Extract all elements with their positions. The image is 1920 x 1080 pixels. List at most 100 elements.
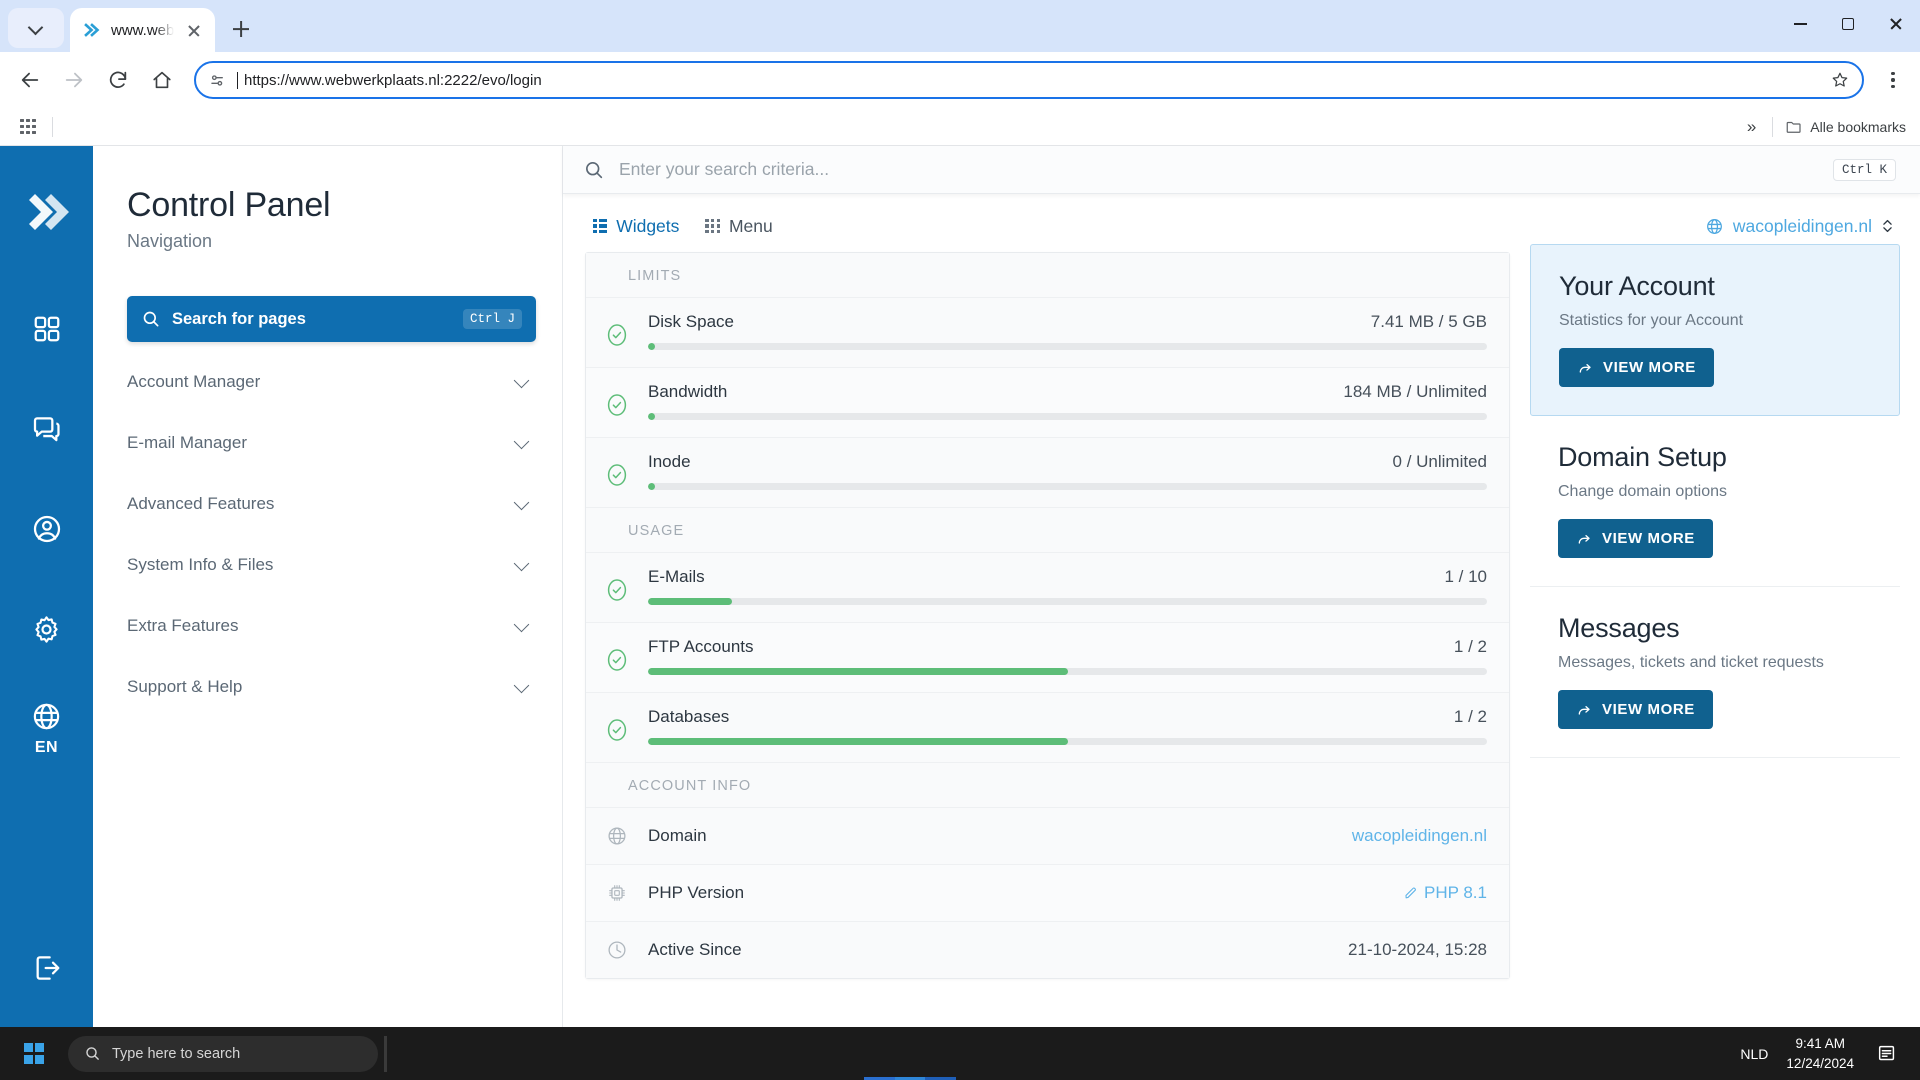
chevron-updown-icon — [1881, 217, 1894, 235]
clock[interactable]: 9:41 AM 12/24/2024 — [1786, 1034, 1854, 1073]
logout-icon — [36, 956, 59, 980]
info-row-domain: Domain wacopleidingen.nl — [586, 808, 1509, 865]
search-pages-button[interactable]: Search for pages Ctrl J — [127, 296, 536, 342]
chip-icon — [606, 882, 632, 904]
arrow-redo-icon — [1579, 363, 1591, 373]
info-value-domain[interactable]: wacopleidingen.nl — [1352, 826, 1487, 846]
progress-bar — [648, 483, 1487, 490]
chevron-down-icon — [514, 435, 530, 451]
progress-bar — [648, 343, 1487, 350]
chevron-down-icon — [514, 374, 530, 390]
view-more-button-domain-setup[interactable]: VIEW MORE — [1558, 519, 1713, 558]
app-logo[interactable] — [19, 184, 75, 245]
nav-item-label: Advanced Features — [127, 494, 275, 513]
tab-menu-label: Menu — [728, 215, 773, 236]
view-more-button-your-account[interactable]: VIEW MORE — [1559, 348, 1714, 387]
arrow-left-icon — [21, 72, 39, 88]
url-text: https://www.webwerkplaats.nl:2222/evo/lo… — [237, 71, 1820, 89]
usage-name: FTP Accounts — [648, 637, 754, 656]
notifications-button[interactable] — [1872, 1039, 1902, 1069]
windows-taskbar: Type here to search NLD 9:41 AM 12/24/20… — [0, 1027, 1920, 1080]
progress-bar — [648, 668, 1487, 675]
menu-grid-icon — [705, 218, 720, 234]
status-ok-icon — [606, 322, 632, 353]
main-content: Enter your search criteria... Ctrl K Wid… — [563, 146, 1920, 1027]
usage-body: Databases 1 / 2 — [632, 707, 1487, 745]
sidebar-item-system-info-files[interactable]: System Info & Files — [127, 535, 536, 596]
forward-button[interactable] — [54, 60, 94, 100]
maximize-icon — [1842, 18, 1854, 30]
bookmark-bar: » Alle bookmarks — [0, 108, 1920, 146]
sidebar-item-support-help[interactable]: Support & Help — [127, 657, 536, 718]
sidebar-item-language[interactable]: EN — [31, 701, 62, 757]
progress-bar — [648, 598, 1487, 605]
taskbar-search-input[interactable]: Type here to search — [68, 1035, 378, 1072]
info-value-php-version[interactable]: PHP 8.1 — [1403, 883, 1487, 903]
global-search-bar[interactable]: Enter your search criteria... Ctrl K — [563, 146, 1920, 194]
minimize-button[interactable] — [1776, 0, 1824, 48]
status-ok-icon — [606, 462, 632, 493]
global-search-placeholder: Enter your search criteria... — [619, 159, 830, 179]
search-pages-shortcut: Ctrl J — [462, 309, 522, 329]
sidebar-item-extra-features[interactable]: Extra Features — [127, 596, 536, 657]
sidebar-item-account-manager[interactable]: Account Manager — [127, 352, 536, 413]
search-icon — [86, 1047, 99, 1060]
domain-selector[interactable]: wacopleidingen.nl — [1530, 208, 1900, 244]
new-tab-button[interactable] — [221, 9, 261, 49]
status-ok-icon — [606, 392, 632, 423]
limit-name: Disk Space — [648, 312, 734, 331]
usage-name: Databases — [648, 707, 730, 726]
close-icon[interactable] — [183, 19, 205, 41]
tab-menu[interactable]: Menu — [705, 215, 773, 237]
info-row-active-since: Active Since 21-10-2024, 15:28 — [586, 922, 1509, 978]
input-language-indicator[interactable]: NLD — [1740, 1046, 1768, 1062]
bookmarks-overflow-button[interactable]: » — [1743, 117, 1760, 137]
view-more-button-messages[interactable]: VIEW MORE — [1558, 690, 1713, 729]
start-button[interactable] — [10, 1030, 58, 1078]
progress-bar — [648, 738, 1487, 745]
arrow-redo-icon — [1578, 534, 1590, 544]
clock-date: 12/24/2024 — [1786, 1055, 1854, 1071]
limits-heading: LIMITS — [586, 253, 1509, 298]
divider — [52, 116, 53, 137]
minimize-icon — [1793, 23, 1807, 25]
tab-widgets[interactable]: Widgets — [593, 216, 679, 237]
close-window-button[interactable] — [1872, 0, 1920, 48]
nav-item-label: Account Manager — [127, 372, 261, 391]
bookmark-star-icon[interactable] — [1830, 70, 1850, 90]
sidebar-item-settings[interactable] — [19, 601, 75, 657]
limit-value: 0 / Unlimited — [1392, 452, 1487, 471]
maximize-button[interactable] — [1824, 0, 1872, 48]
sidebar-item-dashboard[interactable] — [19, 301, 75, 357]
view-more-label: VIEW MORE — [1603, 359, 1696, 376]
reload-button[interactable] — [98, 60, 138, 100]
address-bar[interactable]: https://www.webwerkplaats.nl:2222/evo/lo… — [194, 61, 1864, 99]
progress-bar — [648, 413, 1487, 420]
tab-search-dropdown-button[interactable] — [8, 8, 64, 48]
card-title: Your Account — [1559, 271, 1715, 301]
globe-icon — [1706, 218, 1722, 234]
chevron-down-icon — [514, 618, 530, 634]
apps-grid-button[interactable] — [14, 113, 42, 141]
sidebar-item-advanced-features[interactable]: Advanced Features — [127, 474, 536, 535]
all-bookmarks-button[interactable]: Alle bookmarks — [1785, 118, 1906, 136]
browser-tab[interactable]: www.webw — [70, 8, 215, 52]
arrow-right-icon — [65, 72, 83, 88]
status-ok-icon — [606, 717, 632, 748]
sidebar-item-chat[interactable] — [19, 401, 75, 457]
aside-card-domain-setup: Domain Setup Change domain options VIEW … — [1530, 416, 1900, 587]
info-value-active-since: 21-10-2024, 15:28 — [1348, 940, 1487, 959]
taskbar-divider — [384, 1035, 387, 1072]
browser-menu-button[interactable] — [1876, 63, 1910, 97]
sidebar-item-account[interactable] — [19, 501, 75, 557]
browser-window: www.webw ht — [0, 0, 1920, 1027]
limit-body: Bandwidth 184 MB / Unlimited — [632, 382, 1487, 420]
arrow-redo-icon — [1578, 705, 1590, 715]
usage-value: 1 / 10 — [1444, 567, 1487, 586]
home-button[interactable] — [142, 60, 182, 100]
site-settings-icon — [211, 74, 223, 86]
back-button[interactable] — [10, 60, 50, 100]
logout-button[interactable] — [31, 952, 63, 989]
sidebar-item-email-manager[interactable]: E-mail Manager — [127, 413, 536, 474]
pencil-icon — [1405, 886, 1416, 898]
